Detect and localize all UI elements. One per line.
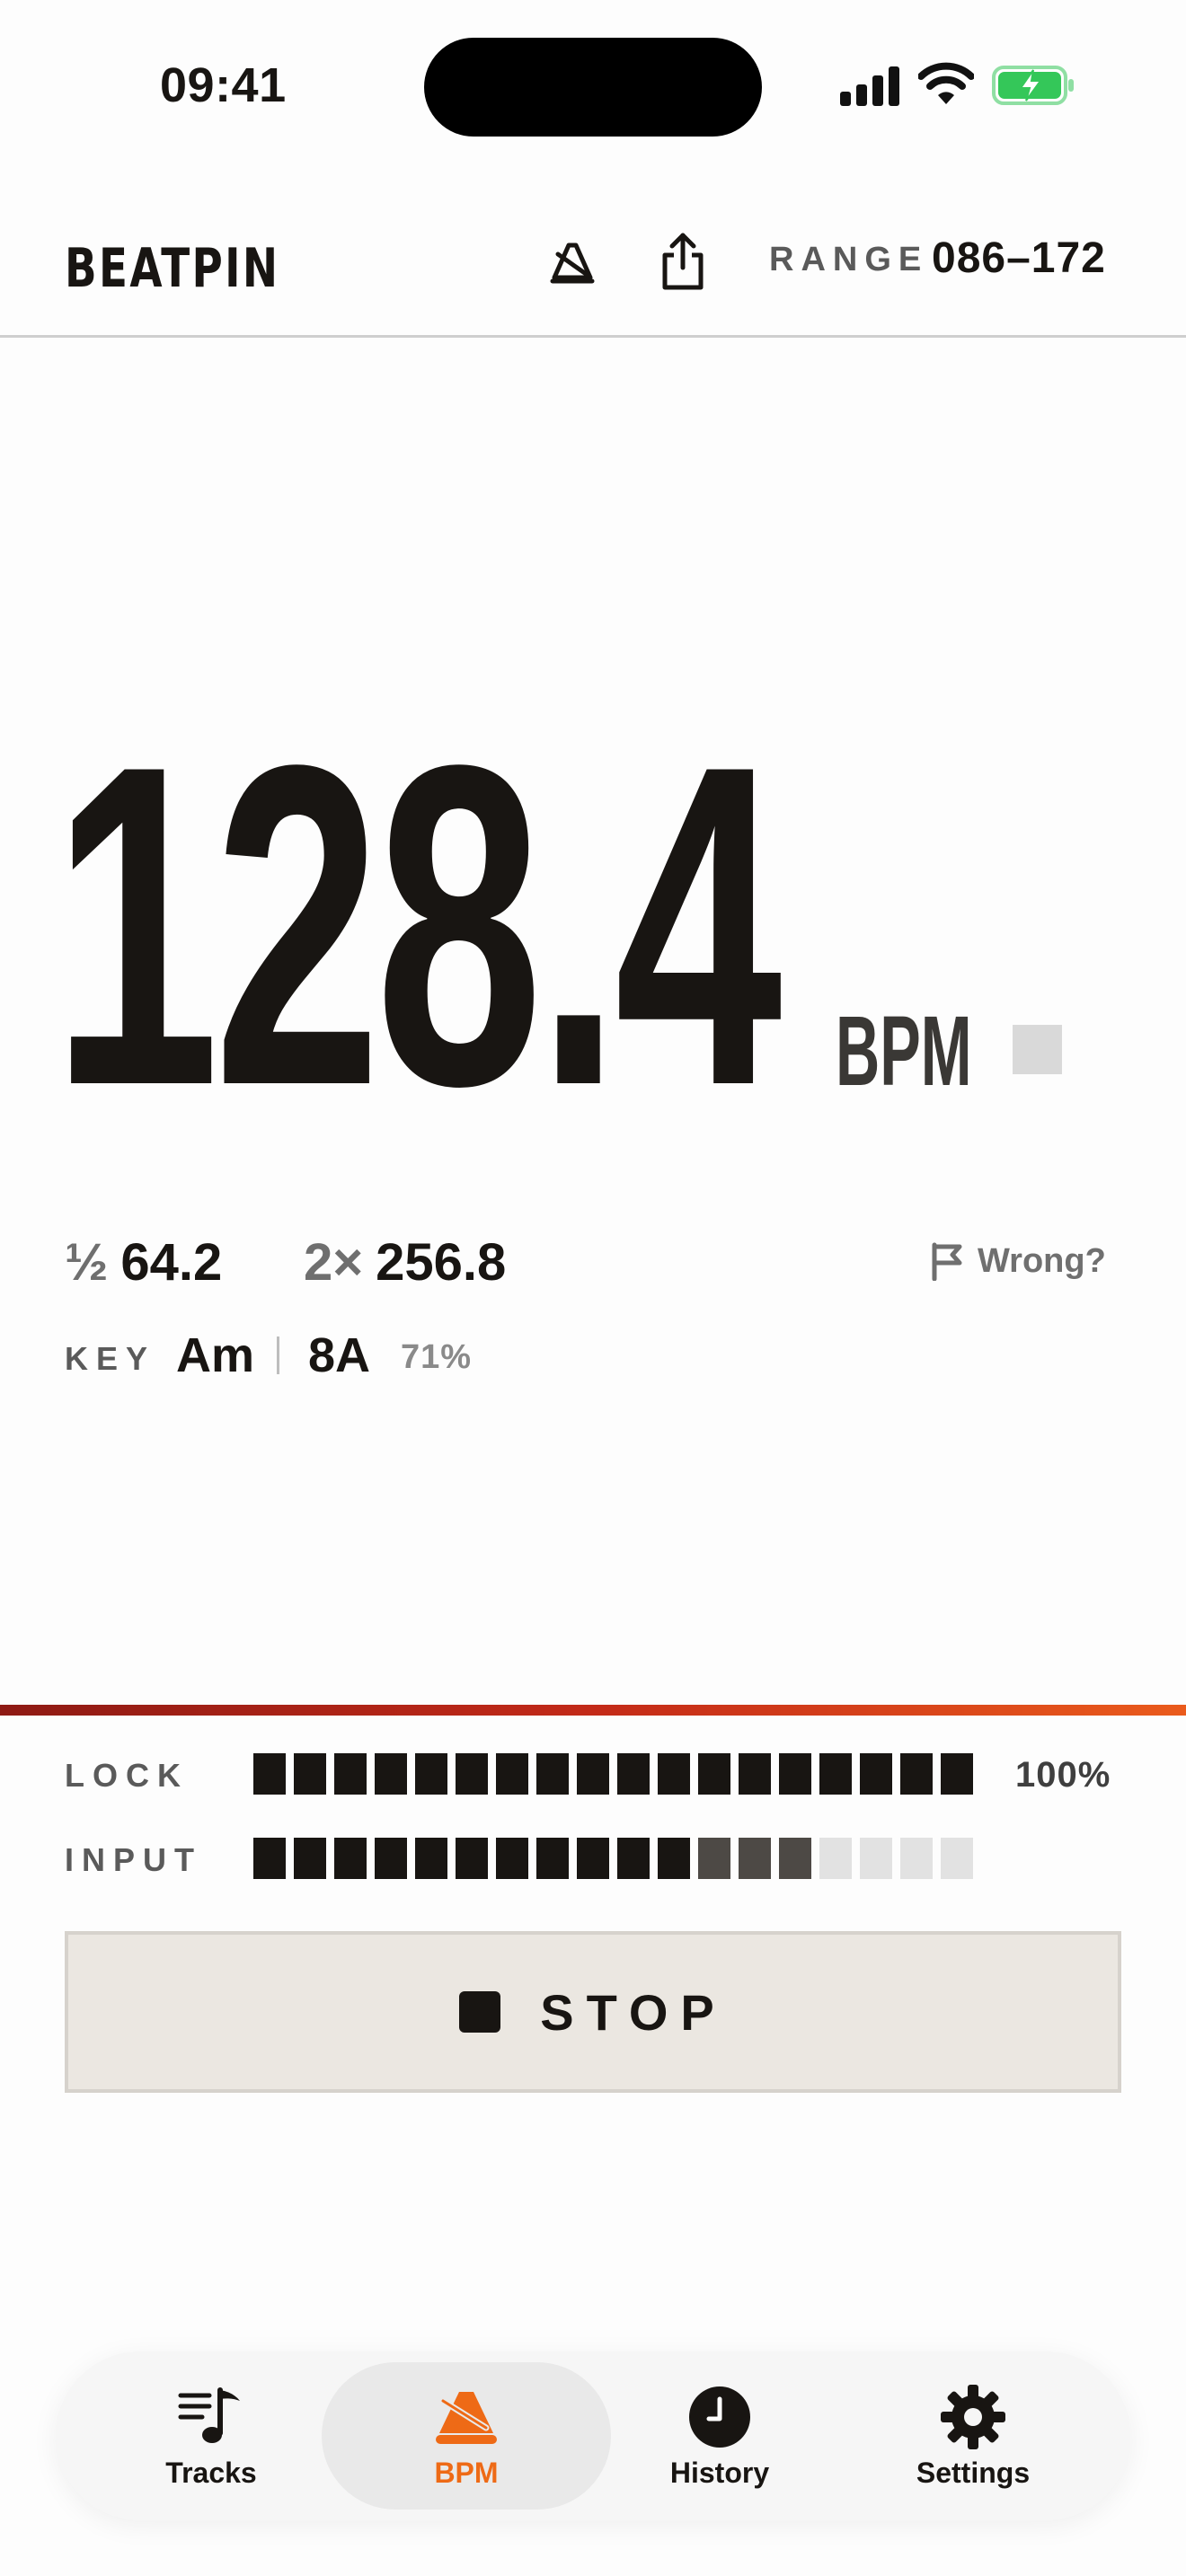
stop-label: STOP xyxy=(540,1983,727,2041)
input-meter-segment xyxy=(536,1838,569,1879)
dynamic-island xyxy=(424,38,762,137)
lock-meter-segment xyxy=(860,1753,892,1795)
tab-settings-label: Settings xyxy=(916,2456,1031,2489)
metronome-off-button[interactable] xyxy=(541,228,604,295)
input-meter-segment xyxy=(496,1838,528,1879)
range-value[interactable]: 086–172 xyxy=(932,234,1106,283)
tab-tracks[interactable]: Tracks xyxy=(66,2362,356,2510)
key-confidence: 71% xyxy=(401,1338,473,1376)
double-tempo[interactable]: 2× 256.8 xyxy=(304,1232,506,1292)
lock-meter-segment xyxy=(779,1753,811,1795)
tab-bpm[interactable]: BPM xyxy=(322,2362,611,2510)
input-label: INPUT xyxy=(65,1841,202,1878)
key-name: Am xyxy=(176,1328,255,1382)
lock-meter-segment xyxy=(658,1753,690,1795)
gear-icon xyxy=(939,2383,1007,2451)
lock-meter-segment xyxy=(617,1753,650,1795)
accent-divider xyxy=(0,1705,1186,1716)
battery-charging-icon xyxy=(992,66,1074,105)
input-meter-segment xyxy=(253,1838,286,1879)
input-meter-segment xyxy=(900,1838,933,1879)
lock-meter-segment xyxy=(415,1753,447,1795)
metronome-icon xyxy=(432,2383,500,2451)
lock-meter-segment xyxy=(456,1753,488,1795)
metronome-off-icon xyxy=(550,243,595,284)
input-meter-segment xyxy=(294,1838,326,1879)
lock-meter-segment xyxy=(294,1753,326,1795)
beat-indicator xyxy=(1013,1025,1062,1074)
lock-meter-segment xyxy=(941,1753,973,1795)
wifi-icon xyxy=(918,62,974,104)
tab-bar: Tracks BPM History Settings xyxy=(56,2351,1130,2520)
tab-bpm-label: BPM xyxy=(434,2456,499,2489)
brand-logo: BEATPIN xyxy=(65,237,280,300)
lock-meter-segment xyxy=(698,1753,730,1795)
input-meter-segment xyxy=(415,1838,447,1879)
key-divider xyxy=(277,1337,279,1374)
bpm-readout: 128.4 xyxy=(52,670,783,1180)
lock-meter-segment xyxy=(253,1753,286,1795)
stop-button[interactable]: STOP xyxy=(65,1931,1121,2093)
bpm-unit: BPM xyxy=(836,996,972,1107)
music-list-icon xyxy=(177,2383,245,2451)
half-tempo[interactable]: ½ 64.2 xyxy=(65,1232,222,1292)
range-label: RANGE xyxy=(769,241,929,278)
lock-meter-segment xyxy=(900,1753,933,1795)
half-tempo-prefix: ½ xyxy=(65,1233,109,1292)
input-meter-segment xyxy=(375,1838,407,1879)
share-icon xyxy=(662,233,704,290)
lock-meter-segment xyxy=(577,1753,609,1795)
input-meter-segment xyxy=(698,1838,730,1879)
share-button[interactable] xyxy=(651,228,714,295)
report-wrong-label: Wrong? xyxy=(978,1241,1106,1280)
key-label: KEY xyxy=(65,1340,156,1377)
tab-settings[interactable]: Settings xyxy=(828,2362,1118,2510)
input-meter-segment xyxy=(819,1838,852,1879)
double-tempo-prefix: 2× xyxy=(304,1233,364,1292)
key-camelot: 8A xyxy=(308,1328,371,1382)
app-header: BEATPIN RANGE 086–172 xyxy=(0,198,1186,338)
tab-history-label: History xyxy=(669,2456,770,2489)
tab-history[interactable]: History xyxy=(575,2362,864,2510)
lock-meter-segment xyxy=(819,1753,852,1795)
input-meter-segment xyxy=(577,1838,609,1879)
input-meter-segment xyxy=(739,1838,771,1879)
flag-icon xyxy=(932,1242,962,1281)
stop-icon xyxy=(459,1991,501,2033)
status-time: 09:41 xyxy=(160,58,287,112)
lock-meter-segment xyxy=(739,1753,771,1795)
input-meter-segment xyxy=(658,1838,690,1879)
input-meter-segment xyxy=(860,1838,892,1879)
cellular-signal-icon xyxy=(840,65,901,106)
lock-percent: 100% xyxy=(1015,1755,1111,1795)
half-tempo-value: 64.2 xyxy=(120,1233,223,1292)
tab-tracks-label: Tracks xyxy=(165,2456,257,2489)
report-wrong-button[interactable]: Wrong? xyxy=(929,1241,1106,1281)
input-meter-segment xyxy=(941,1838,973,1879)
double-tempo-value: 256.8 xyxy=(376,1233,507,1292)
lock-meter-segment xyxy=(334,1753,367,1795)
clock-icon xyxy=(686,2383,754,2451)
input-meter xyxy=(253,1838,973,1879)
input-meter-segment xyxy=(456,1838,488,1879)
input-meter-segment xyxy=(334,1838,367,1879)
lock-meter-segment xyxy=(496,1753,528,1795)
input-meter-segment xyxy=(617,1838,650,1879)
lock-label: LOCK xyxy=(65,1757,189,1794)
lock-meter-segment xyxy=(375,1753,407,1795)
input-meter-segment xyxy=(779,1838,811,1879)
lock-meter-segment xyxy=(536,1753,569,1795)
lock-meter xyxy=(253,1753,973,1795)
